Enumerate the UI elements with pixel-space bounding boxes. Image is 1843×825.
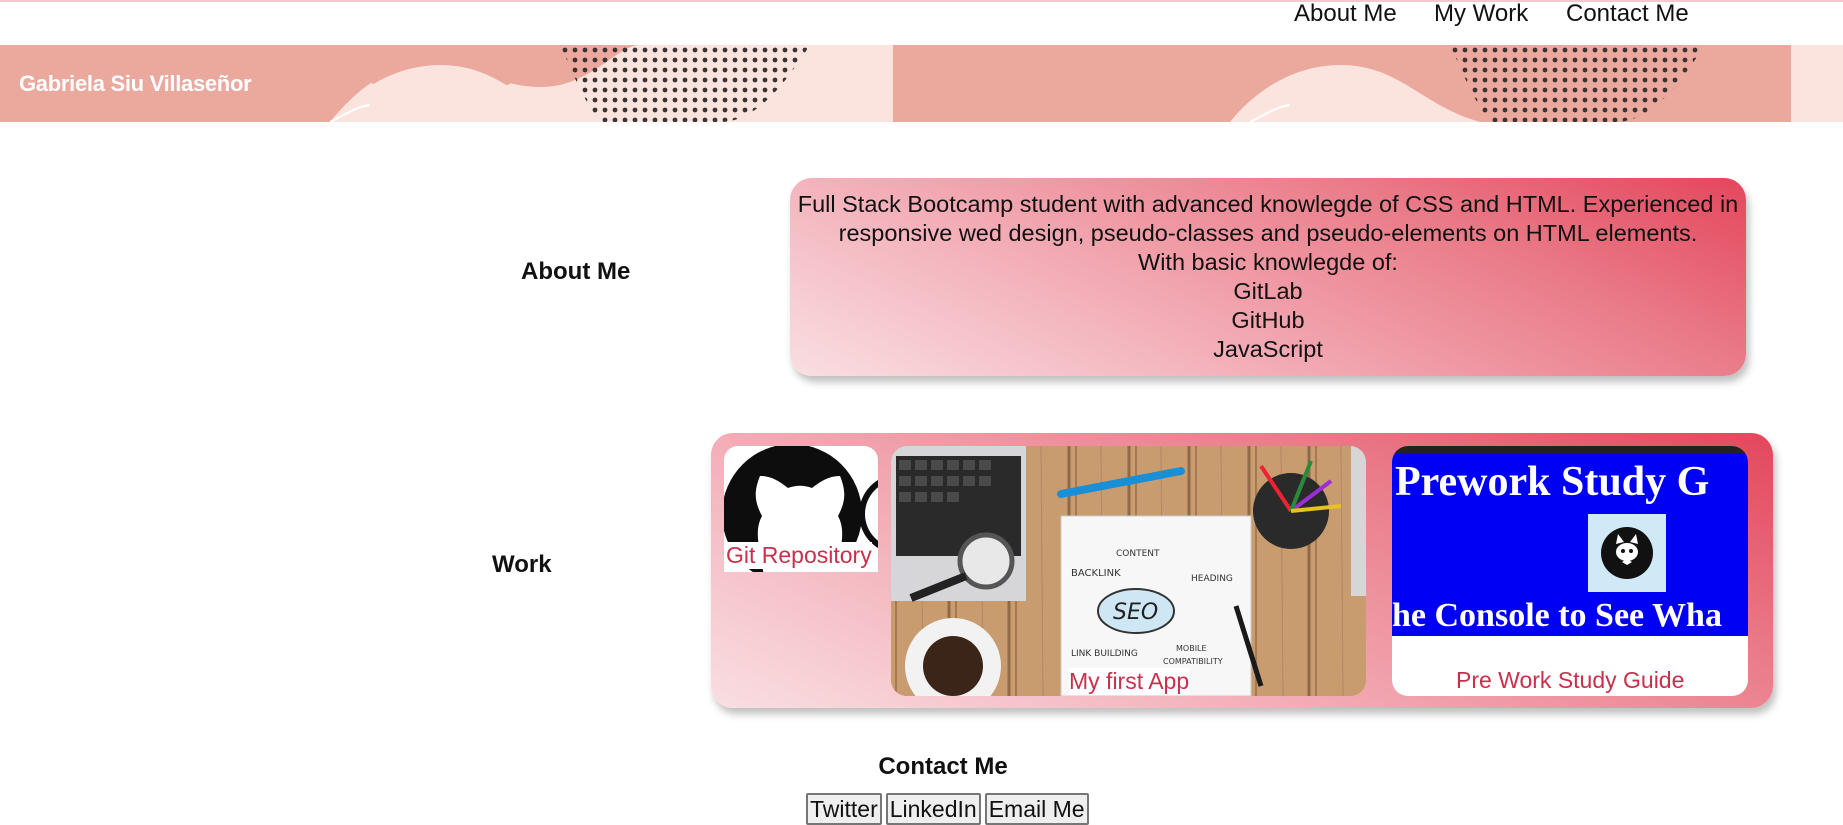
email-me-button[interactable]: Email Me: [984, 793, 1089, 825]
about-card: Full Stack Bootcamp student with advance…: [790, 178, 1746, 376]
nav-contact-me-link[interactable]: Contact Me: [1566, 0, 1689, 28]
about-text-line: responsive wed design, pseudo-classes an…: [838, 220, 1698, 246]
site-brand[interactable]: Gabriela Siu Villaseñor: [19, 71, 252, 97]
screenshot-topbar: [1392, 446, 1748, 454]
prework-study-guide-tile[interactable]: Prework Study G he Console to See Wha Pr…: [1392, 446, 1748, 696]
prework-study-guide-link[interactable]: Pre Work Study Guide: [1456, 667, 1685, 694]
nav-my-work-link[interactable]: My Work: [1434, 0, 1528, 28]
about-text-line: With basic knowlegde of:: [1138, 249, 1398, 275]
about-text-line: Full Stack Bootcamp student with advance…: [797, 191, 1739, 217]
svg-text:CONTENT: CONTENT: [1116, 549, 1160, 559]
svg-text:MOBILE: MOBILE: [1176, 644, 1207, 653]
git-repository-tile[interactable]: Git Repository: [724, 446, 878, 572]
work-section-label: Work: [492, 551, 552, 578]
hero-pattern: [0, 45, 1843, 122]
my-first-app-tile[interactable]: CONTENT BACKLINK HEADING SEO LINK BUILDI…: [891, 446, 1366, 696]
svg-text:HEADING: HEADING: [1191, 574, 1233, 584]
seo-desk-photo-icon: CONTENT BACKLINK HEADING SEO LINK BUILDI…: [891, 446, 1366, 696]
svg-text:COMPATIBILITY: COMPATIBILITY: [1163, 657, 1223, 666]
svg-text:LINK BUILDING: LINK BUILDING: [1071, 649, 1138, 659]
screenshot-subtitle: he Console to See Wha: [1392, 597, 1722, 634]
about-skill-javascript: JavaScript: [1213, 336, 1323, 362]
about-skill-gitlab: GitLab: [1233, 278, 1303, 304]
work-card: Git Repository CONTENT BACKLINK HEADING …: [711, 433, 1773, 708]
svg-text:SEO: SEO: [1113, 600, 1158, 625]
nav-about-me-link[interactable]: About Me: [1294, 0, 1397, 28]
prework-screenshot: Prework Study G he Console to See Wha: [1392, 454, 1748, 636]
cat-avatar-icon: [1588, 514, 1666, 592]
screenshot-title: Prework Study G: [1395, 459, 1710, 505]
about-section-label: About Me: [521, 258, 631, 285]
contact-section-title: Contact Me: [878, 753, 1008, 780]
top-navigation: About Me My Work Contact Me: [0, 0, 1843, 45]
linkedin-button[interactable]: LinkedIn: [885, 793, 981, 825]
my-first-app-link[interactable]: My first App: [1069, 668, 1190, 695]
twitter-button[interactable]: Twitter: [806, 793, 882, 825]
about-skill-github: GitHub: [1231, 307, 1305, 333]
hero-banner: Gabriela Siu Villaseñor: [0, 45, 1843, 122]
contact-buttons: Twitter LinkedIn Email Me: [806, 793, 1093, 825]
git-repository-link[interactable]: Git Repository: [726, 542, 872, 569]
svg-text:BACKLINK: BACKLINK: [1071, 568, 1121, 579]
